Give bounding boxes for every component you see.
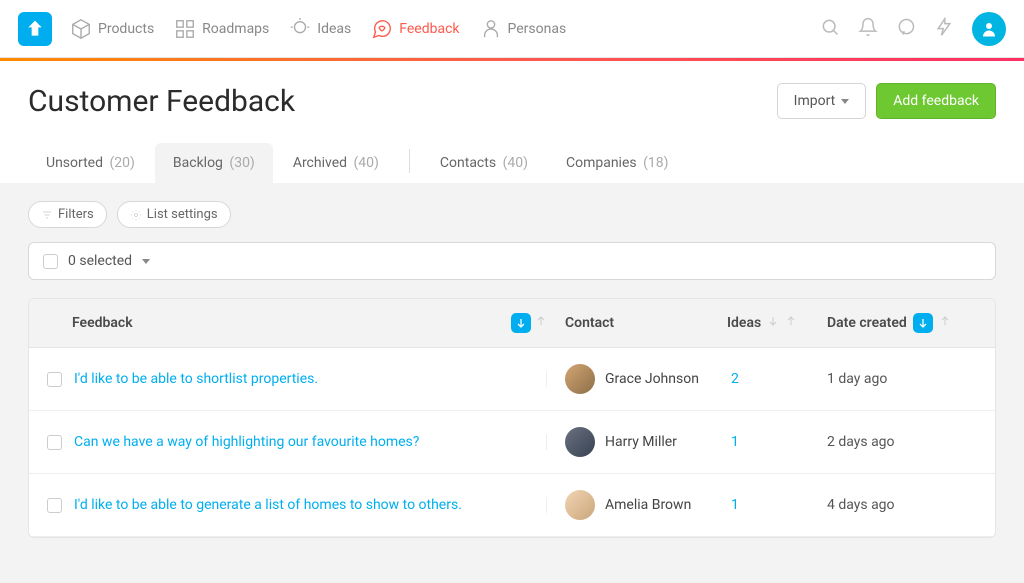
row-checkbox[interactable] [47, 372, 62, 387]
selected-label: 0 selected [68, 253, 132, 269]
toolbar: Filters List settings [28, 201, 996, 228]
page-header: Customer Feedback Import Add feedback [0, 61, 1024, 137]
feedback-table: Feedback Contact Ideas Date created [28, 298, 996, 538]
date-created: 4 days ago [827, 497, 977, 513]
contact-name: Grace Johnson [605, 371, 699, 387]
sort-down-active-icon[interactable] [511, 313, 531, 333]
row-checkbox[interactable] [47, 435, 62, 450]
import-label: Import [794, 93, 836, 109]
nav-item-feedback[interactable]: Feedback [371, 18, 459, 40]
table-header: Feedback Contact Ideas Date created [29, 299, 995, 348]
tab-label: Contacts [440, 155, 496, 171]
sort-up-icon[interactable] [939, 315, 951, 331]
tab-backlog[interactable]: Backlog (30) [155, 143, 273, 183]
ideas-count[interactable]: 1 [727, 497, 827, 513]
list-settings-label: List settings [147, 207, 218, 222]
nav-label: Personas [508, 21, 567, 37]
heart-chat-icon [371, 18, 393, 40]
table-row[interactable]: I'd like to be able to shortlist propert… [29, 348, 995, 411]
sort-down-icon[interactable] [767, 315, 779, 331]
ideas-count[interactable]: 2 [727, 371, 827, 387]
nav-label: Ideas [317, 21, 351, 37]
tabs: Unsorted (20) Backlog (30) Archived (40)… [0, 143, 1024, 183]
top-nav: Products Roadmaps Ideas Feedback Persona… [0, 0, 1024, 58]
caret-down-icon [841, 99, 849, 104]
lightbulb-icon [289, 18, 311, 40]
add-feedback-button[interactable]: Add feedback [876, 83, 996, 119]
tab-contacts[interactable]: Contacts (40) [422, 143, 546, 183]
grid-icon [174, 18, 196, 40]
nav-label: Products [98, 21, 154, 37]
person-icon [480, 18, 502, 40]
tab-count: (20) [110, 155, 135, 171]
th-contact[interactable]: Contact [565, 315, 727, 331]
lightning-icon[interactable] [934, 17, 954, 41]
th-feedback[interactable]: Feedback [72, 315, 133, 331]
tab-archived[interactable]: Archived (40) [275, 143, 397, 183]
tab-label: Companies [566, 155, 637, 171]
ideas-count[interactable]: 1 [727, 434, 827, 450]
th-date[interactable]: Date created [827, 313, 951, 333]
box-icon [70, 18, 92, 40]
th-ideas[interactable]: Ideas [727, 315, 827, 331]
nav-item-personas[interactable]: Personas [480, 18, 567, 40]
nav-right [820, 12, 1006, 46]
feedback-link[interactable]: Can we have a way of highlighting our fa… [74, 434, 419, 450]
select-all-checkbox[interactable] [43, 254, 58, 269]
nav-item-products[interactable]: Products [70, 18, 154, 40]
contact-avatar[interactable] [565, 427, 595, 457]
search-icon[interactable] [820, 17, 840, 41]
row-checkbox[interactable] [47, 498, 62, 513]
feedback-link[interactable]: I'd like to be able to generate a list o… [74, 497, 462, 513]
tab-companies[interactable]: Companies (18) [548, 143, 687, 183]
tab-label: Backlog [173, 155, 223, 171]
caret-down-icon [142, 259, 150, 264]
add-feedback-label: Add feedback [893, 93, 979, 109]
nav-label: Feedback [399, 21, 459, 37]
filters-label: Filters [58, 207, 94, 222]
chat-icon[interactable] [896, 17, 916, 41]
import-button[interactable]: Import [777, 83, 867, 119]
nav-item-ideas[interactable]: Ideas [289, 18, 351, 40]
app-logo[interactable] [18, 12, 52, 46]
contact-avatar[interactable] [565, 364, 595, 394]
date-created: 1 day ago [827, 371, 977, 387]
tab-label: Archived [293, 155, 347, 171]
filters-button[interactable]: Filters [28, 201, 107, 228]
contact-name: Amelia Brown [605, 497, 691, 513]
tab-count: (40) [503, 155, 528, 171]
contact-name: Harry Miller [605, 434, 677, 450]
tab-count: (18) [643, 155, 668, 171]
feedback-link[interactable]: I'd like to be able to shortlist propert… [74, 371, 318, 387]
nav-label: Roadmaps [202, 21, 269, 37]
selection-dropdown[interactable]: 0 selected [28, 242, 996, 280]
tab-count: (40) [354, 155, 379, 171]
contact-avatar[interactable] [565, 490, 595, 520]
tab-unsorted[interactable]: Unsorted (20) [28, 143, 153, 183]
content-area: Filters List settings 0 selected Feedbac… [0, 183, 1024, 583]
sort-down-active-icon[interactable] [913, 313, 933, 333]
list-settings-button[interactable]: List settings [117, 201, 231, 228]
date-created: 2 days ago [827, 434, 977, 450]
page-title: Customer Feedback [28, 84, 295, 119]
header-actions: Import Add feedback [777, 83, 996, 119]
table-row[interactable]: I'd like to be able to generate a list o… [29, 474, 995, 537]
nav-items: Products Roadmaps Ideas Feedback Persona… [70, 18, 566, 40]
bell-icon[interactable] [858, 17, 878, 41]
sort-up-icon[interactable] [535, 315, 547, 331]
tab-divider [409, 149, 410, 173]
tab-label: Unsorted [46, 155, 103, 171]
table-row[interactable]: Can we have a way of highlighting our fa… [29, 411, 995, 474]
tab-count: (30) [229, 155, 254, 171]
sort-up-icon[interactable] [785, 315, 797, 331]
nav-item-roadmaps[interactable]: Roadmaps [174, 18, 269, 40]
user-avatar[interactable] [972, 12, 1006, 46]
